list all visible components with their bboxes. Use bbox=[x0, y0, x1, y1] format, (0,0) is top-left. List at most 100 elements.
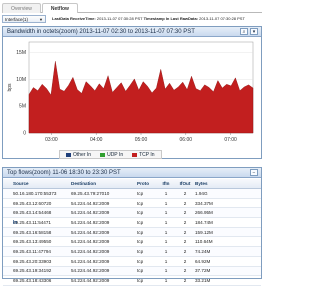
x-tick-label: 04:00 bbox=[90, 137, 103, 143]
y-tick-label: 0 bbox=[23, 131, 26, 137]
table-row[interactable]: 69.25.43.12:60720 54.224.44.92:2009 tcp 1 2 3… bbox=[3, 199, 261, 209]
column-header-proto[interactable]: Proto bbox=[137, 181, 157, 186]
cell-proto: tcp bbox=[137, 258, 144, 264]
cell-proto: tcp bbox=[137, 239, 144, 245]
cell-bytes: 37.72M bbox=[195, 268, 211, 274]
table-row[interactable]: 69.25.43.20:33903 54.224.44.92:2009 tcp 1 2 6… bbox=[3, 257, 261, 267]
cell-proto: tcp bbox=[137, 219, 144, 225]
cell-ifout: 2 bbox=[183, 229, 187, 235]
cell-ifin: 1 bbox=[164, 278, 168, 284]
cell-proto: tcp bbox=[137, 278, 144, 284]
cell-destination: 54.224.44.92:2009 bbox=[71, 278, 110, 284]
bandwidth-panel-header: Bandwidth in octets(zoom) 2013-11-07 02:… bbox=[3, 27, 261, 37]
chart-legend: Other In UDP In TCP In bbox=[59, 150, 162, 159]
cell-source: 50.16.180.170:55373 bbox=[13, 190, 57, 196]
column-header-ifin[interactable]: IfIn bbox=[157, 181, 175, 186]
cell-bytes: 159.12M bbox=[195, 229, 213, 235]
legend-swatch-udp-in bbox=[100, 152, 106, 157]
cell-bytes: 33.21M bbox=[195, 278, 211, 284]
zoom-icon[interactable]: ⌕ bbox=[240, 28, 248, 35]
cell-source: 69.25.43.19:34192 bbox=[13, 268, 52, 274]
cell-ifin: 1 bbox=[164, 210, 168, 216]
legend-label-udp-in: UDP In bbox=[107, 151, 124, 158]
cell-ifout: 2 bbox=[183, 210, 187, 216]
cell-ifout: 2 bbox=[183, 219, 187, 225]
last-data-value: 2013-11-07 07:30:28 PST bbox=[96, 16, 143, 21]
cell-source: 69.25.43.14:54468 bbox=[13, 210, 52, 216]
minimize-icon[interactable]: − bbox=[250, 169, 258, 176]
legend-item-udp-in[interactable]: UDP In bbox=[96, 152, 127, 158]
direction-label: In bbox=[13, 220, 18, 226]
cell-ifin: 1 bbox=[164, 268, 168, 274]
legend-item-other-in[interactable]: Other In bbox=[62, 152, 95, 158]
bandwidth-panel-title: Bandwidth in octets(zoom) 2013-11-07 02:… bbox=[7, 28, 195, 35]
cell-source: 69.25.43.13:49550 bbox=[13, 239, 52, 245]
cell-source: 69.25.43.20:33903 bbox=[13, 258, 52, 264]
interface-select[interactable]: Interface(1) ▼ bbox=[2, 14, 46, 23]
cell-ifin: 1 bbox=[164, 248, 168, 254]
y-tick-label: 10M bbox=[16, 77, 26, 83]
last-data-info: LastData ReceiveTime: 2013-11-07 07:30:2… bbox=[52, 16, 245, 21]
tab-overview[interactable]: Overview bbox=[2, 3, 41, 13]
tab-netflow[interactable]: Netflow bbox=[41, 3, 78, 13]
cell-ifin: 1 bbox=[164, 229, 168, 235]
cell-source: 69.25.43.11:54471 bbox=[13, 219, 51, 225]
cell-ifin: 1 bbox=[164, 190, 168, 196]
table-row[interactable]: 50.16.180.170:55373 69.25.43.79:27010 tcp 1… bbox=[3, 189, 261, 199]
cell-ifout: 2 bbox=[183, 268, 187, 274]
timestamp-label: Timestamp In Last RawData: bbox=[143, 16, 199, 21]
cell-proto: tcp bbox=[137, 210, 144, 216]
column-header-ifout[interactable]: IfOut bbox=[175, 181, 195, 186]
legend-label-tcp-in: TCP In bbox=[139, 151, 155, 158]
table-row[interactable]: 69.25.43.11:47794 54.224.44.92:2009 tcp 1 2 7… bbox=[3, 247, 261, 257]
legend-swatch-tcp-in bbox=[132, 152, 138, 157]
cell-bytes: 266.95M bbox=[195, 210, 213, 216]
cell-bytes: 110.64M bbox=[195, 239, 213, 245]
column-header-source[interactable]: Source bbox=[11, 181, 71, 186]
cell-ifin: 1 bbox=[164, 200, 168, 206]
column-header-bytes[interactable]: Bytes bbox=[195, 181, 235, 186]
cell-proto: tcp bbox=[137, 229, 144, 235]
cell-source: 69.25.43.11:47794 bbox=[13, 248, 51, 254]
bandwidth-chart: 0 5M 10M 15M bps 03:00 04:00 05:00 06:00 07:00 bbox=[7, 41, 254, 143]
collapse-icon[interactable]: ▾ bbox=[250, 28, 258, 35]
table-row[interactable]: 69.25.43.16:58158 54.224.44.92:2009 tcp 1 2 1… bbox=[3, 227, 261, 238]
legend-label-other-in: Other In bbox=[73, 151, 92, 158]
flows-panel-header: Top flows(zoom) 11-06 18:30 to 23:30 PST… bbox=[3, 168, 261, 178]
table-row[interactable]: 69.25.43.13:49550 54.224.44.92:2009 tcp 1 2 1… bbox=[3, 237, 261, 248]
x-tick-label: 06:00 bbox=[180, 137, 193, 143]
cell-destination: 54.224.44.92:2009 bbox=[71, 210, 110, 216]
table-header: Source Destination Proto IfIn IfOut Byte… bbox=[3, 179, 261, 189]
legend-item-tcp-in[interactable]: TCP In bbox=[128, 152, 158, 158]
table-body: 50.16.180.170:55373 69.25.43.79:27010 tcp 1… bbox=[3, 189, 261, 286]
cell-ifin: 1 bbox=[164, 239, 168, 245]
cell-source: 69.25.43.16:58158 bbox=[13, 229, 52, 235]
cell-ifout: 2 bbox=[183, 239, 187, 245]
chevron-down-icon: ▼ bbox=[39, 16, 43, 22]
bandwidth-panel: Bandwidth in octets(zoom) 2013-11-07 02:… bbox=[2, 26, 262, 159]
cell-proto: tcp bbox=[137, 248, 144, 254]
flows-table: Source Destination Proto IfIn IfOut Byte… bbox=[3, 179, 261, 286]
cell-source: 69.25.43.12:60720 bbox=[13, 200, 52, 206]
table-row[interactable]: 69.25.43.14:54468 54.224.44.92:2009 tcp 1 2 2… bbox=[3, 208, 261, 219]
cell-bytes: 1.94G bbox=[195, 190, 208, 196]
cell-destination: 54.224.44.92:2009 bbox=[71, 248, 110, 254]
table-row[interactable]: 69.25.43.19:34192 54.224.44.92:2009 tcp 1 2 3… bbox=[3, 266, 261, 277]
interface-select-value: Interface(1) bbox=[5, 16, 29, 22]
last-data-label: LastData ReceiveTime: bbox=[52, 16, 96, 21]
table-row[interactable]: 69.25.43.18:43306 54.224.44.92:2009 tcp 1 2 3… bbox=[3, 276, 261, 286]
cell-proto: tcp bbox=[137, 190, 144, 196]
cell-ifout: 2 bbox=[183, 190, 187, 196]
cell-ifout: 2 bbox=[183, 200, 187, 206]
cell-destination: 54.224.44.92:2009 bbox=[71, 258, 110, 264]
table-row[interactable]: 69.25.43.11:54471 54.224.44.92:2009 tcp 1 2 1… bbox=[3, 218, 261, 228]
cell-destination: 54.224.44.92:2009 bbox=[71, 219, 110, 225]
cell-ifout: 2 bbox=[183, 258, 187, 264]
y-tick-label: 5M bbox=[19, 104, 26, 110]
y-tick-label: 15M bbox=[16, 50, 26, 56]
cell-bytes: 184.74M bbox=[195, 219, 213, 225]
timestamp-value: 2013-11-07 07:30:28 PST bbox=[199, 16, 245, 21]
x-tick-label: 07:00 bbox=[224, 137, 237, 143]
column-header-destination[interactable]: Destination bbox=[71, 181, 137, 186]
x-tick-label: 03:00 bbox=[45, 137, 58, 143]
